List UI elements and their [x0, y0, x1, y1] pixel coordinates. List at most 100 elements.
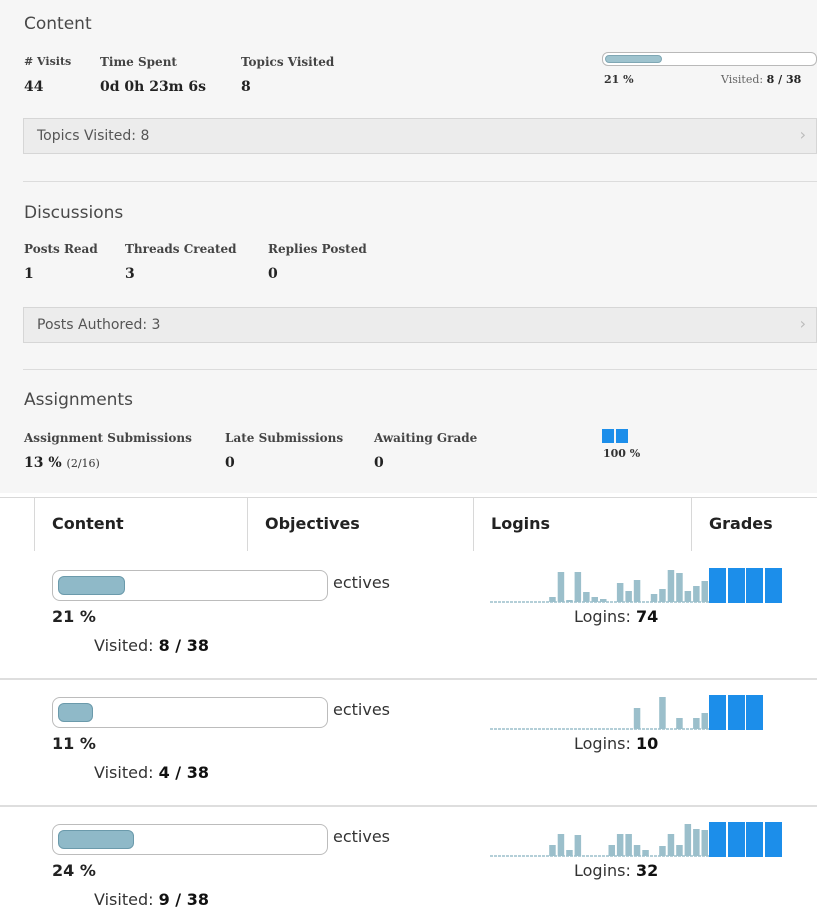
grade-block	[602, 429, 614, 443]
objectives-text: ectives	[333, 700, 391, 719]
replies-posted-label: Replies Posted	[268, 242, 367, 256]
sparkline-bar	[633, 845, 641, 856]
content-progress-fill	[58, 576, 125, 595]
column-header-content[interactable]: Content	[34, 498, 247, 551]
grade-cell	[727, 822, 745, 857]
sparkline-bar	[642, 850, 649, 856]
sparkline-bar	[625, 834, 632, 856]
sparkline-bar	[684, 824, 692, 856]
topics-visited-value: 8	[241, 79, 251, 95]
chevron-right-icon: ›	[799, 125, 806, 144]
sparkline-bar	[676, 845, 683, 856]
grade-cell	[746, 568, 763, 603]
assignment-submissions-value: 13 % (2/16)	[24, 455, 100, 471]
topics-visited-collapser[interactable]: Topics Visited: 8 ›	[23, 118, 817, 154]
grade-cell	[727, 568, 745, 603]
grade-cell	[746, 695, 763, 730]
logins-text: Logins: 32	[574, 861, 659, 880]
sparkline-bar	[557, 572, 565, 602]
column-header-objectives[interactable]: Objectives	[247, 498, 473, 551]
logins-sparkline	[490, 697, 710, 730]
column-header-logins[interactable]: Logins	[473, 498, 691, 551]
sparkline-bar	[608, 845, 615, 856]
content-progress-bar	[52, 570, 328, 601]
assignments-section-title: Assignments	[24, 390, 133, 410]
grade-cell	[709, 568, 726, 603]
column-header-grades[interactable]: Grades	[691, 498, 817, 551]
sparkline-bar	[684, 591, 692, 602]
discussions-section-title: Discussions	[24, 203, 124, 223]
sparkline-bar	[701, 581, 708, 602]
logins-sparkline	[490, 824, 710, 857]
visited-text: Visited: 9 / 38	[94, 890, 209, 909]
objectives-text: ectives	[333, 573, 391, 592]
replies-posted-value: 0	[268, 266, 278, 282]
time-spent-label: Time Spent	[100, 55, 177, 69]
grid-header: Content Objectives Logins Grades	[0, 497, 817, 551]
sparkline-bar	[667, 834, 675, 856]
summary-panel: Content # Visits 44 Time Spent 0d 0h 23m…	[0, 0, 817, 493]
sparkline-bar	[549, 845, 556, 856]
sparkline-bar	[549, 597, 556, 602]
topics-visited-collapser-label: Topics Visited: 8	[37, 128, 150, 144]
section-divider	[23, 369, 817, 370]
threads-created-value: 3	[125, 266, 135, 282]
visits-label: # Visits	[24, 55, 72, 68]
sparkline-bar	[557, 834, 565, 856]
sparkline-bar	[574, 572, 582, 602]
posts-authored-collapser[interactable]: Posts Authored: 3 ›	[23, 307, 817, 343]
logins-text: Logins: 10	[574, 734, 659, 753]
content-percent: 24 %	[52, 861, 96, 880]
content-section-title: Content	[24, 14, 92, 34]
awaiting-grade-label: Awaiting Grade	[374, 431, 478, 445]
sparkline-bar	[633, 708, 641, 729]
sparkline-bar	[583, 592, 590, 602]
sparkline-bar	[574, 835, 582, 856]
late-submissions-label: Late Submissions	[225, 431, 344, 445]
sparkline-bar	[659, 846, 666, 856]
sparkline-bar	[676, 573, 683, 602]
sparkline-bar	[659, 589, 666, 602]
time-spent-value: 0d 0h 23m 6s	[100, 79, 206, 95]
grade-block	[616, 429, 628, 443]
awaiting-grade-value: 0	[374, 455, 384, 471]
sparkline-bar	[633, 580, 641, 602]
visited-text: Visited: 8 / 38	[94, 636, 209, 655]
sparkline-bar	[693, 586, 700, 602]
content-progress-bar	[52, 697, 328, 728]
visited-text: Visited: 4 / 38	[94, 763, 209, 782]
content-visited-text: Visited: 8 / 38	[721, 73, 802, 86]
sparkline-bar	[676, 718, 683, 729]
assignment-submissions-label: Assignment Submissions	[24, 431, 192, 445]
content-progress-fill	[605, 55, 662, 63]
sparkline-bar	[600, 599, 607, 602]
late-submissions-value: 0	[225, 455, 235, 471]
grade-cell	[709, 695, 726, 730]
sparkline-bar	[659, 697, 666, 729]
content-percent: 21 %	[52, 607, 96, 626]
posts-authored-collapser-label: Posts Authored: 3	[37, 317, 161, 333]
grade-cell	[727, 695, 745, 730]
content-progress-percent: 21 %	[604, 73, 634, 86]
posts-read-label: Posts Read	[24, 242, 98, 256]
logins-sparkline	[490, 570, 710, 603]
logins-text: Logins: 74	[574, 607, 659, 626]
topics-visited-label: Topics Visited	[241, 55, 335, 69]
sparkline-bar	[650, 594, 658, 602]
sparkline-bar	[616, 834, 624, 856]
sparkline-bar	[701, 830, 708, 856]
threads-created-label: Threads Created	[125, 242, 237, 256]
sparkline-bar	[616, 583, 624, 602]
grade-cell	[764, 568, 782, 603]
sparkline-bar	[667, 570, 675, 602]
sparkline-bar	[701, 713, 708, 729]
content-progress-bar	[52, 824, 328, 855]
sparkline-bar	[625, 591, 632, 602]
grade-cell	[746, 822, 763, 857]
sparkline-bar	[693, 718, 700, 729]
content-progress-fill	[58, 703, 93, 722]
grade-cell	[764, 822, 782, 857]
objectives-text: ectives	[333, 827, 391, 846]
content-progress-fill	[58, 830, 134, 849]
visits-value: 44	[24, 79, 44, 95]
